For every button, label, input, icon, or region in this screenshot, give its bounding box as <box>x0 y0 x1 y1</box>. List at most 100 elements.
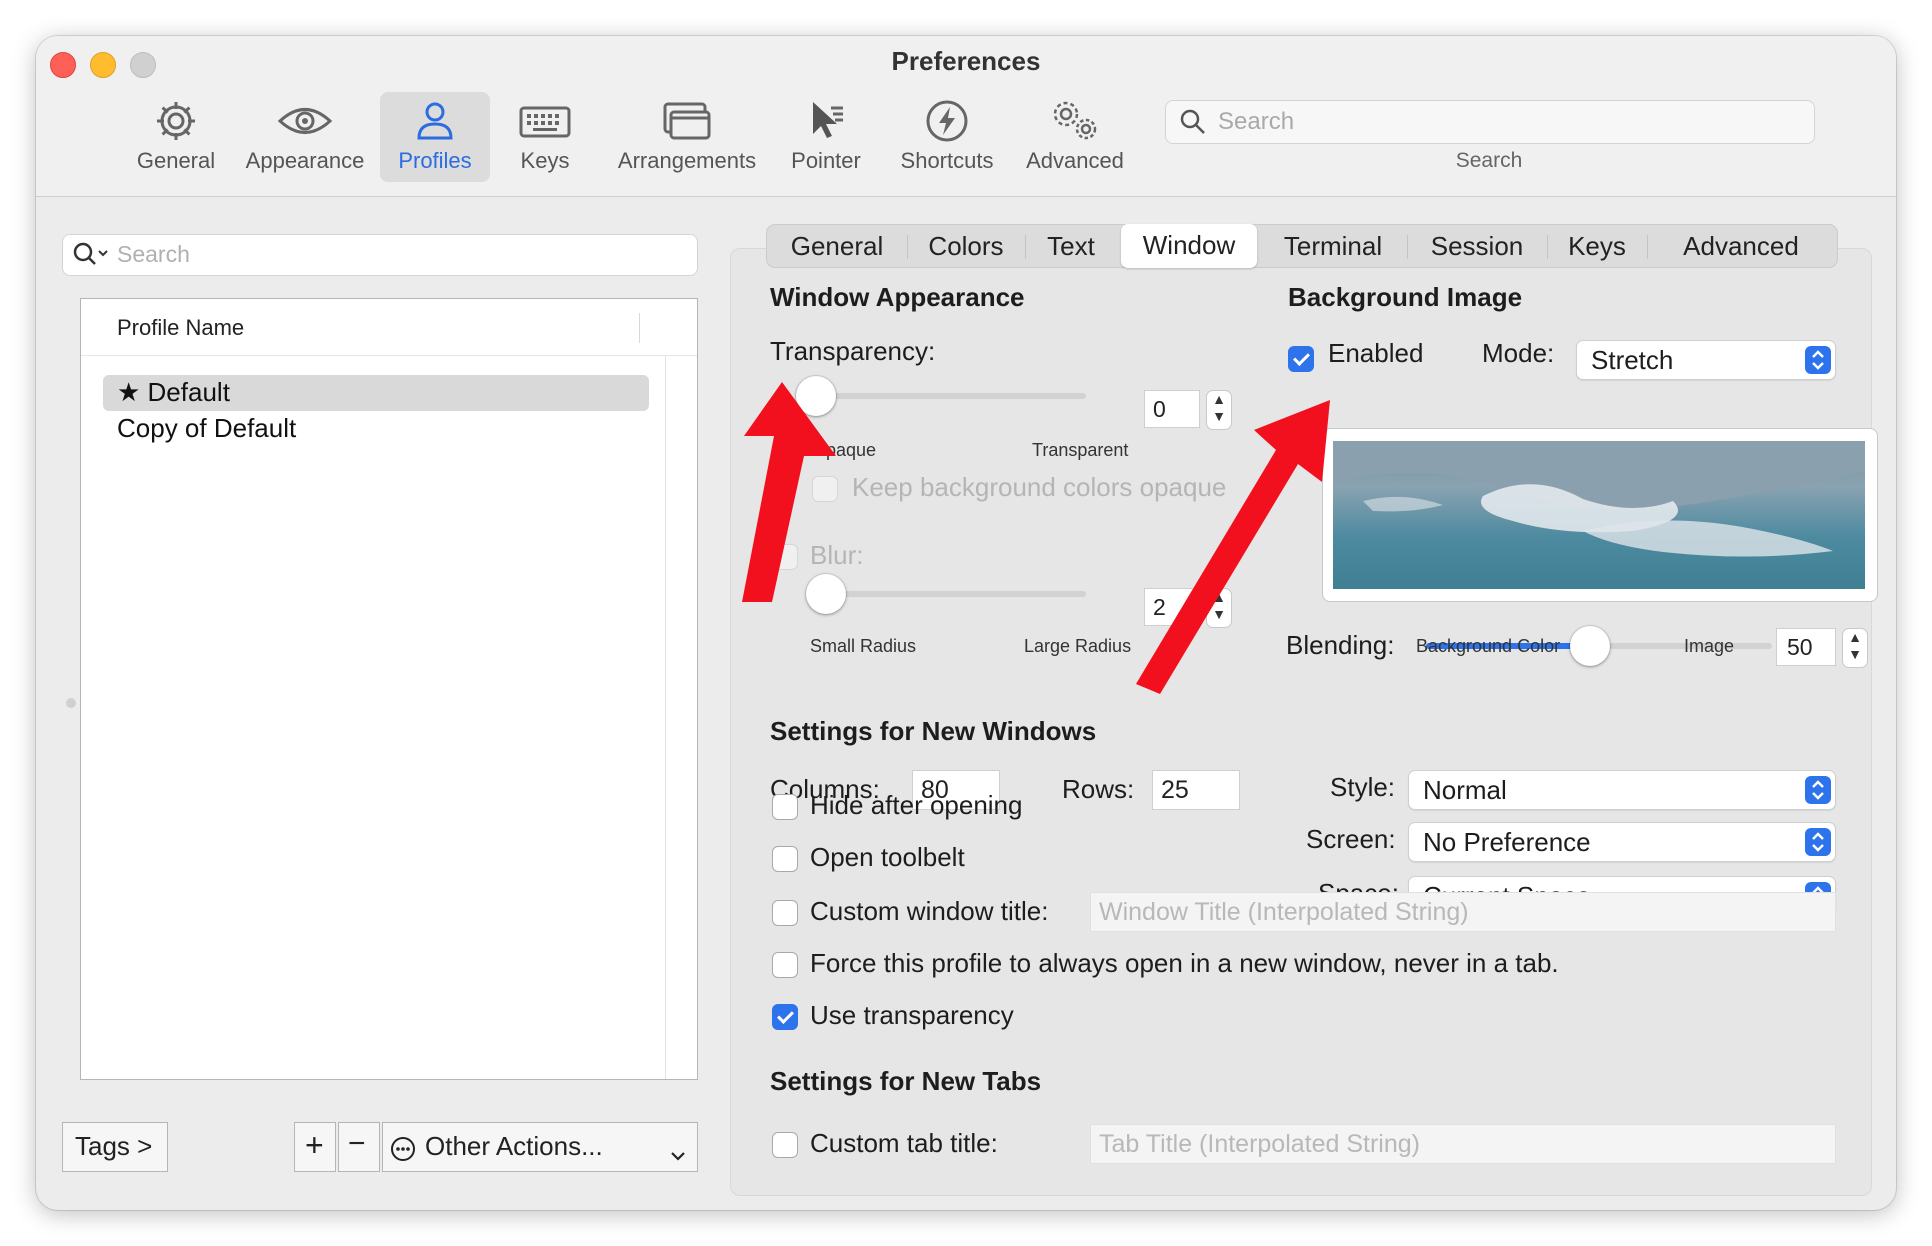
large-radius-label: Large Radius <box>1024 636 1132 656</box>
transparency-slider[interactable] <box>814 393 1086 399</box>
profile-name: ★ Default <box>117 377 230 407</box>
tab-label: Terminal <box>1283 231 1383 261</box>
tab-text[interactable]: Text <box>1025 225 1117 267</box>
profile-list-header[interactable]: Profile Name <box>81 299 697 356</box>
tab-terminal[interactable]: Terminal <box>1259 225 1407 267</box>
blending-value-field[interactable]: 50 <box>1776 628 1836 666</box>
add-profile-button[interactable]: + <box>294 1122 336 1172</box>
window-title-field[interactable]: Window Title (Interpolated String) <box>1090 892 1836 932</box>
eye-icon <box>277 98 333 150</box>
force-new-window-checkbox[interactable] <box>772 952 798 978</box>
profile-row-default[interactable]: ★ Default <box>103 375 649 411</box>
transparency-stepper[interactable]: ▲ ▼ <box>1206 390 1232 430</box>
toolbar-label: General <box>136 148 216 173</box>
blur-label: Blur: <box>810 540 864 570</box>
transparency-slider-knob[interactable] <box>796 376 836 416</box>
bg-image-enabled-checkbox[interactable] <box>1288 346 1314 372</box>
split-view-handle[interactable] <box>66 698 76 708</box>
tab-general[interactable]: General <box>767 225 907 267</box>
style-popup[interactable]: Normal <box>1408 770 1836 810</box>
transparent-label: Transparent <box>1032 440 1129 460</box>
blur-slider[interactable] <box>822 591 1086 597</box>
section-window-appearance: Window Appearance <box>770 282 1025 312</box>
toolbar-pointer[interactable]: Pointer <box>776 92 876 182</box>
hide-after-opening-label: Hide after opening <box>810 790 1023 820</box>
toolbar-appearance[interactable]: Appearance <box>236 92 374 182</box>
gears-icon <box>1048 98 1102 150</box>
blending-slider-knob[interactable] <box>1570 626 1610 666</box>
search-menu-icon[interactable] <box>71 240 115 275</box>
toolbar-general[interactable]: General <box>124 92 228 182</box>
tab-advanced[interactable]: Advanced <box>1647 225 1835 267</box>
custom-window-title-label: Custom window title: <box>810 896 1049 926</box>
profile-search-field[interactable]: Search <box>62 234 698 276</box>
open-toolbelt-checkbox[interactable] <box>772 846 798 872</box>
background-image-well[interactable] <box>1322 428 1878 602</box>
tab-colors[interactable]: Colors <box>907 225 1025 267</box>
toolbar-search-field[interactable]: Search <box>1165 100 1815 144</box>
tab-keys[interactable]: Keys <box>1547 225 1647 267</box>
tags-button[interactable]: Tags > <box>62 1122 168 1172</box>
tab-title-placeholder: Tab Title (Interpolated String) <box>1099 1130 1420 1158</box>
style-label: Style: <box>1330 772 1396 802</box>
bg-color-label: Background Color <box>1416 636 1561 656</box>
toolbar-shortcuts[interactable]: Shortcuts <box>890 92 1004 182</box>
blur-checkbox[interactable] <box>772 544 798 570</box>
tab-label: Colors <box>928 231 1004 261</box>
toolbar: Preferences General Appearance Profiles … <box>36 36 1896 197</box>
tab-window[interactable]: Window <box>1121 224 1257 268</box>
profile-name: Copy of Default <box>117 413 297 443</box>
search-placeholder: Search <box>117 241 190 267</box>
blur-slider-knob[interactable] <box>806 574 846 614</box>
custom-window-title-checkbox[interactable] <box>772 900 798 926</box>
window-title: Preferences <box>891 46 1041 76</box>
chevron-down-icon <box>669 1139 687 1170</box>
use-transparency-checkbox[interactable] <box>772 1004 798 1030</box>
keep-bg-opaque-checkbox[interactable] <box>812 476 838 502</box>
remove-profile-button[interactable]: − <box>338 1122 380 1172</box>
bg-image-enabled-label: Enabled <box>1328 338 1424 368</box>
hide-after-opening-checkbox[interactable] <box>772 794 798 820</box>
updown-chevron-icon <box>1805 776 1831 804</box>
other-actions-label: Other Actions... <box>425 1131 603 1161</box>
blending-stepper[interactable]: ▲ ▼ <box>1842 628 1868 668</box>
small-radius-label: Small Radius <box>810 636 917 656</box>
style-value: Normal <box>1423 775 1507 805</box>
window-title-placeholder: Window Title (Interpolated String) <box>1099 898 1469 926</box>
custom-tab-title-checkbox[interactable] <box>772 1132 798 1158</box>
ellipsis-circle-icon <box>389 1135 417 1170</box>
mode-popup[interactable]: Stretch <box>1576 340 1836 380</box>
blur-stepper[interactable]: ▲ ▼ <box>1206 588 1232 628</box>
column-separator <box>639 313 640 343</box>
pointer-icon <box>803 98 849 150</box>
toolbar-label: Pointer <box>791 148 861 173</box>
rows-field[interactable]: 25 <box>1152 770 1240 810</box>
custom-tab-title-label: Custom tab title: <box>810 1128 998 1158</box>
toolbar-keys[interactable]: Keys <box>500 92 590 182</box>
profile-row-copy-of-default[interactable]: Copy of Default <box>103 411 649 447</box>
lightning-icon <box>924 98 970 150</box>
tab-session[interactable]: Session <box>1407 225 1547 267</box>
mode-value: Stretch <box>1591 345 1674 375</box>
blur-value-field[interactable]: 2 <box>1144 588 1200 626</box>
toolbar-label: Profiles <box>398 148 472 173</box>
tab-title-field[interactable]: Tab Title (Interpolated String) <box>1090 1124 1836 1164</box>
toolbar-advanced[interactable]: Advanced <box>1018 92 1132 182</box>
toolbar-profiles[interactable]: Profiles <box>380 92 490 182</box>
transparency-value-field[interactable]: 0 <box>1144 390 1200 428</box>
rows-value: 25 <box>1161 776 1189 804</box>
background-image-preview <box>1333 441 1865 589</box>
section-new-tabs: Settings for New Tabs <box>770 1066 1042 1096</box>
toolbar-label: Arrangements <box>617 148 757 173</box>
updown-chevron-icon <box>1805 346 1831 374</box>
toolbar-label: Advanced <box>1026 148 1124 173</box>
screen-popup[interactable]: No Preference <box>1408 822 1836 862</box>
use-transparency-label: Use transparency <box>810 1000 1014 1030</box>
toolbar-arrangements[interactable]: Arrangements <box>612 92 762 182</box>
remove-icon: − <box>348 1127 366 1160</box>
other-actions-button[interactable]: Other Actions... <box>382 1122 698 1172</box>
toolbar-search-label: Search <box>1455 149 1523 172</box>
updown-chevron-icon <box>1805 828 1831 856</box>
person-icon <box>412 98 458 150</box>
rows-label: Rows: <box>1062 774 1135 804</box>
